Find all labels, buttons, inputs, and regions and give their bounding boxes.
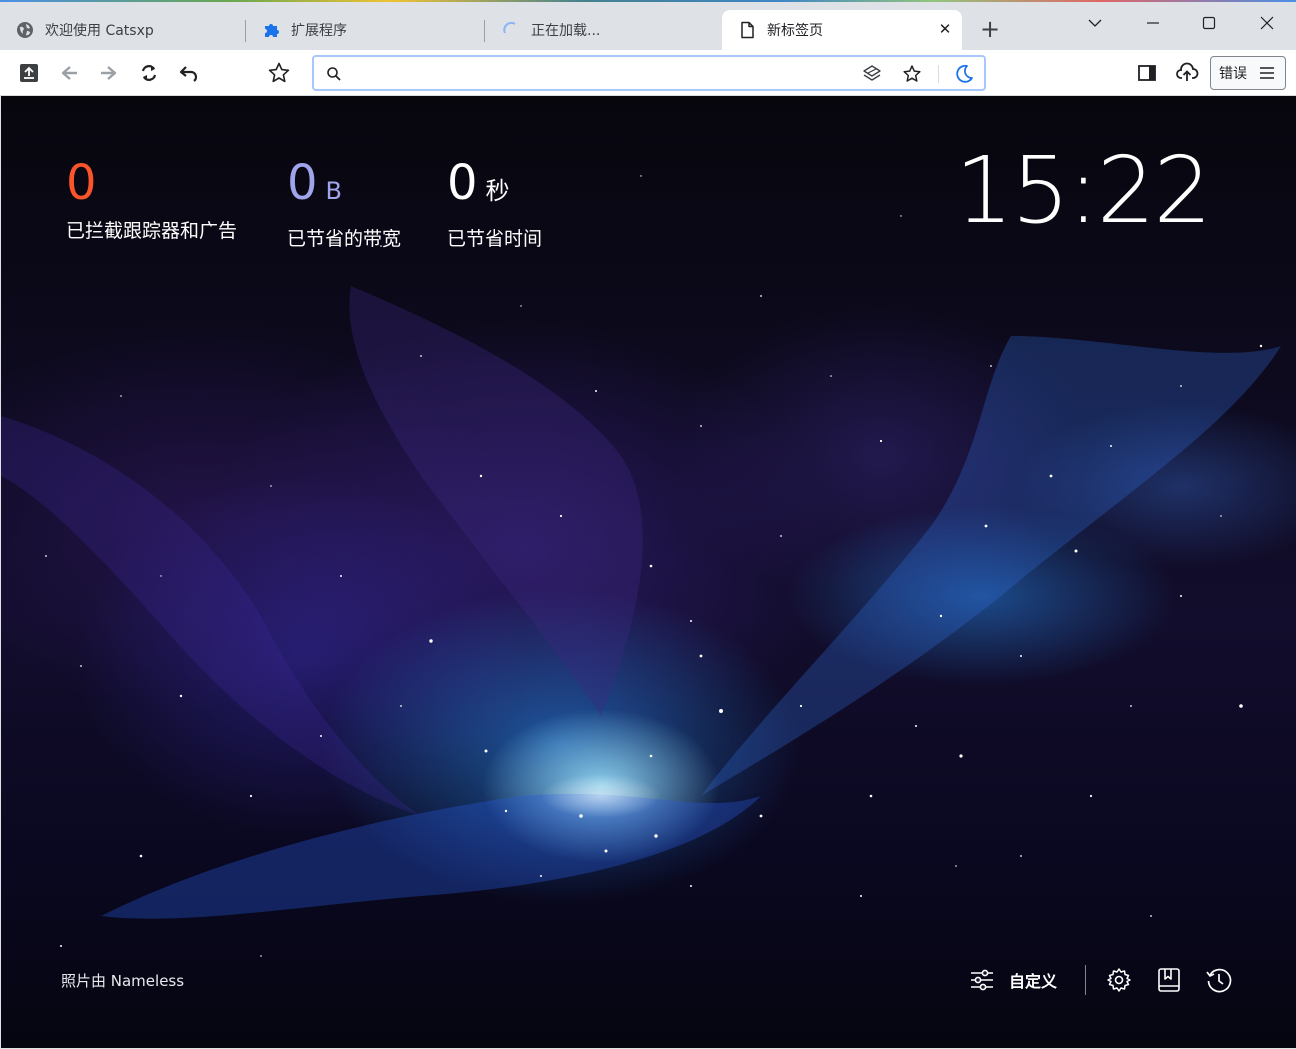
arrow-left-icon (61, 66, 77, 80)
history-icon[interactable] (1202, 963, 1236, 997)
reload-button[interactable] (134, 58, 164, 88)
reload-icon (141, 65, 157, 81)
undo-icon (179, 66, 198, 82)
hamburger-menu-icon (1259, 66, 1275, 84)
tab-extensions[interactable]: 扩展程序 (246, 10, 482, 50)
upload-tray-icon (20, 64, 38, 82)
ntp-toolbar: 自定义 (965, 960, 1236, 1000)
customize-button[interactable]: 自定义 (1009, 968, 1057, 992)
minimize-icon (1147, 22, 1159, 24)
error-label: 错误 (1219, 66, 1247, 82)
bookmark-page-button[interactable] (264, 58, 294, 88)
upload-tray-button[interactable] (14, 58, 44, 88)
bookmarks-icon[interactable] (1152, 963, 1186, 997)
clock: 15:22 (954, 137, 1212, 244)
gear-icon[interactable] (1102, 963, 1136, 997)
toolbar-divider (1085, 965, 1087, 995)
page-icon (738, 21, 756, 39)
trackers-count: 0 (66, 155, 97, 211)
stat-trackers-blocked: 0 已拦截跟踪器和广告 (66, 156, 237, 243)
stat-time-saved: 0秒 已节省时间 (447, 156, 542, 251)
tab-search-button[interactable] (1072, 8, 1118, 38)
tab-title: 新标签页 (767, 23, 823, 39)
bandwidth-unit: B (325, 177, 343, 205)
close-tab-icon[interactable]: ✕ (936, 20, 954, 38)
time-value: 0 (447, 155, 478, 211)
tab-welcome[interactable]: 欢迎使用 Catsxp (0, 10, 244, 50)
puzzle-icon (262, 21, 280, 39)
tab-title: 欢迎使用 Catsxp (45, 23, 154, 39)
sliders-icon[interactable] (965, 963, 999, 997)
tab-new-tab[interactable]: 新标签页 ✕ (722, 10, 962, 50)
side-panel-button[interactable] (1132, 58, 1162, 88)
chevron-down-icon (1088, 19, 1102, 27)
address-input[interactable] (350, 60, 850, 86)
trackers-label: 已拦截跟踪器和广告 (66, 220, 238, 242)
tab-strip: 欢迎使用 Catsxp 扩展程序 正在加载... 新标签页 ✕ + (0, 2, 1296, 50)
back-button[interactable] (54, 58, 84, 88)
close-window-button[interactable] (1244, 8, 1290, 38)
layers-icon[interactable] (860, 62, 884, 86)
forward-button[interactable] (94, 58, 124, 88)
side-panel-icon (1138, 65, 1156, 81)
star-icon[interactable] (900, 62, 924, 86)
search-icon (322, 62, 346, 86)
tab-title: 扩展程序 (291, 23, 347, 39)
maximize-button[interactable] (1186, 8, 1232, 38)
cloud-upload-button[interactable] (1172, 58, 1202, 88)
bandwidth-value: 0 (287, 155, 318, 211)
address-bar[interactable] (312, 55, 986, 91)
new-tab-button[interactable]: + (976, 16, 1004, 44)
minimize-button[interactable] (1130, 8, 1176, 38)
cloud-upload-icon (1176, 62, 1199, 81)
time-unit: 秒 (485, 177, 510, 205)
star-outline-icon (268, 62, 290, 83)
browser-window: 欢迎使用 Catsxp 扩展程序 正在加载... 新标签页 ✕ + 错误 0 已… (0, 0, 1296, 1049)
tab-title: 正在加载... (531, 23, 601, 39)
toolbar: 错误 (0, 50, 1296, 96)
tab-separator (484, 20, 485, 42)
maximize-icon (1202, 16, 1216, 30)
undo-close-button[interactable] (174, 58, 204, 88)
bandwidth-label: 已节省的带宽 (287, 228, 402, 250)
loading-spinner-icon (502, 21, 520, 39)
photo-credit[interactable]: 照片由 Nameless (61, 970, 184, 991)
time-label: 已节省时间 (447, 228, 543, 250)
moon-icon[interactable] (952, 62, 976, 86)
tab-loading[interactable]: 正在加载... (486, 10, 722, 50)
new-tab-page: 0 已拦截跟踪器和广告 0B 已节省的带宽 0秒 已节省时间 15:22 照片由… (1, 96, 1296, 1048)
omnibox-divider (938, 65, 939, 83)
globe-icon (16, 21, 34, 39)
arrow-right-icon (101, 66, 117, 80)
close-icon (1260, 16, 1274, 30)
error-menu-button[interactable]: 错误 (1210, 56, 1286, 90)
stat-bandwidth-saved: 0B 已节省的带宽 (287, 156, 401, 251)
